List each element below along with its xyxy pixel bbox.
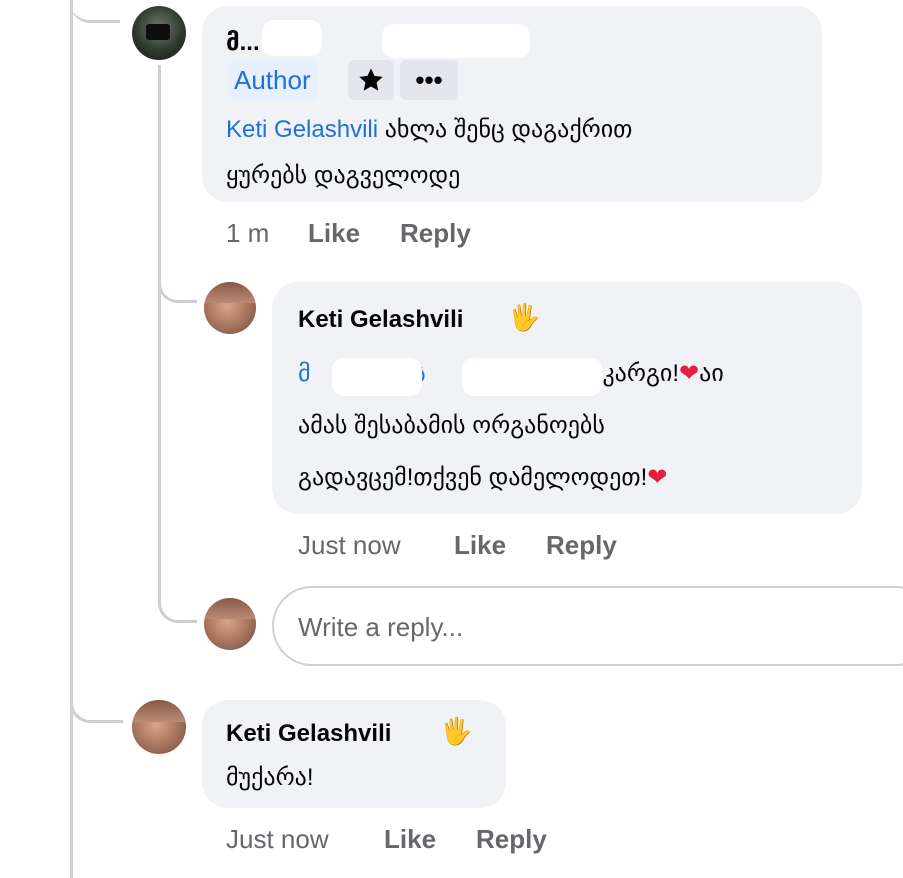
waving-hand-icon: 🖐 bbox=[440, 716, 473, 746]
comment-time[interactable]: Just now bbox=[226, 824, 329, 855]
comment-time[interactable]: 1 m bbox=[226, 218, 269, 249]
reply-text-line-2: ამას შესაბამის ორგანოებს bbox=[298, 412, 605, 439]
mention-link[interactable]: Keti Gelashvili bbox=[226, 116, 378, 143]
comment-text-line-1: Keti Gelashvili ახლა შენც დაგაქრით bbox=[226, 110, 632, 150]
reply-button[interactable]: Reply bbox=[476, 824, 547, 855]
comment-author-name[interactable]: Keti Gelashvili bbox=[226, 720, 391, 748]
more-icon[interactable]: ••• bbox=[400, 60, 458, 100]
like-button[interactable]: Like bbox=[454, 530, 506, 561]
thread-curve-bottom bbox=[70, 680, 123, 723]
heart-icon: ❤ bbox=[647, 464, 668, 491]
reply-bubble: Keti Gelashvili 🖐 მ ს კარგი!❤აი ამას შეს… bbox=[272, 282, 862, 514]
redaction bbox=[332, 358, 422, 396]
like-button[interactable]: Like bbox=[384, 824, 436, 855]
reply-author-name[interactable]: Keti Gelashvili bbox=[298, 306, 463, 334]
like-button[interactable]: Like bbox=[308, 218, 360, 249]
waving-hand-icon: 🖐 bbox=[508, 302, 541, 332]
reply-text-line-3: გადავცემ!თქვენ დამელოდეთ!❤ bbox=[298, 464, 668, 491]
redaction bbox=[382, 24, 530, 58]
reply-text: კარგი! bbox=[602, 360, 680, 387]
thread-line-outer bbox=[70, 0, 73, 878]
redaction bbox=[462, 358, 602, 396]
comment-bubble: Keti Gelashvili 🖐 მუქარა! bbox=[202, 700, 506, 808]
thread-curve-input bbox=[158, 580, 197, 623]
comment-bubble: მ... ს... Author ••• Keti Gelashvili ახლ… bbox=[202, 6, 822, 202]
reply-time[interactable]: Just now bbox=[298, 530, 401, 561]
avatar[interactable] bbox=[132, 6, 186, 60]
redaction bbox=[262, 20, 322, 56]
author-badge: Author bbox=[228, 60, 317, 100]
current-user-avatar bbox=[204, 598, 256, 650]
reply-text-after-heart: აი bbox=[699, 360, 724, 387]
comment-text: მუქარა! bbox=[226, 764, 314, 791]
avatar[interactable] bbox=[132, 700, 186, 754]
star-icon bbox=[348, 60, 394, 100]
reply-button[interactable]: Reply bbox=[400, 218, 471, 249]
heart-icon: ❤ bbox=[679, 360, 700, 387]
comment-text-line-2: ყურებს დაგველოდე bbox=[226, 162, 461, 189]
avatar[interactable] bbox=[204, 282, 256, 334]
reply-button[interactable]: Reply bbox=[546, 530, 617, 561]
mention-link[interactable]: მ bbox=[298, 360, 311, 387]
thread-curve-top bbox=[70, 0, 120, 23]
thread-curve-reply bbox=[158, 260, 197, 303]
reply-input[interactable]: Write a reply... bbox=[272, 586, 903, 666]
reply-input-placeholder: Write a reply... bbox=[298, 612, 464, 642]
comment-text: ახლა შენც დაგაქრით bbox=[384, 116, 633, 143]
thread-line-inner bbox=[158, 65, 161, 585]
